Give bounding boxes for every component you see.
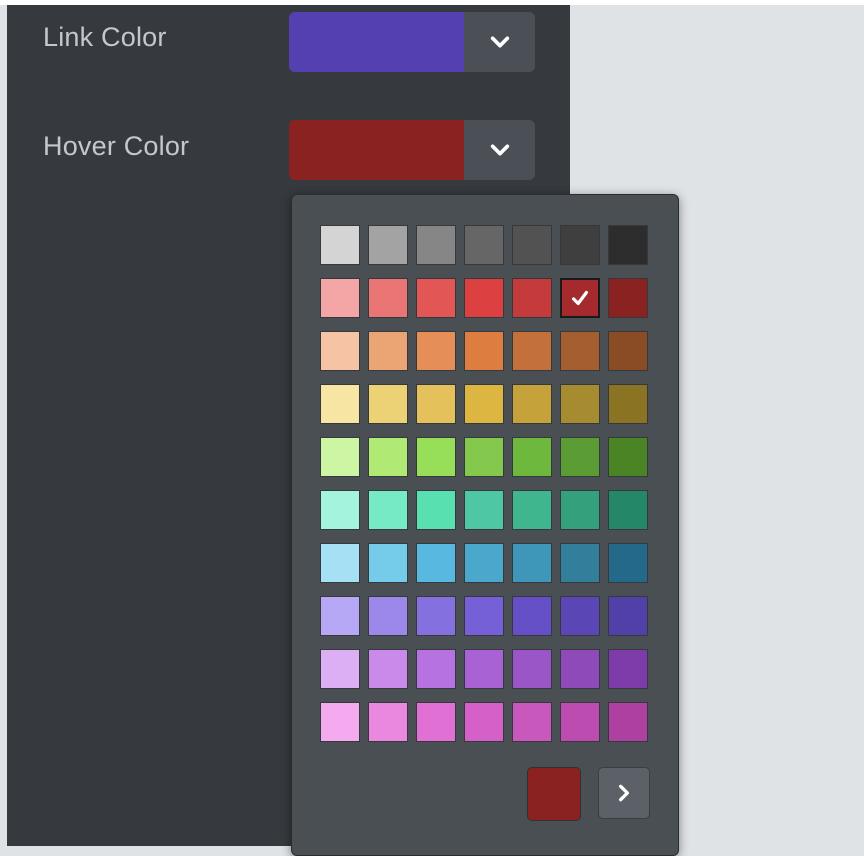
palette-swatch[interactable] [320,702,360,742]
hover-color-swatch[interactable] [289,120,464,180]
palette-swatch[interactable] [368,225,408,265]
color-palette-popover [291,194,679,856]
palette-swatch[interactable] [368,490,408,530]
hover-color-dropdown-button[interactable] [464,120,535,180]
palette-swatch[interactable] [512,490,552,530]
palette-swatch[interactable] [416,278,456,318]
palette-swatch[interactable] [416,596,456,636]
palette-swatch[interactable] [608,225,648,265]
palette-swatch[interactable] [320,225,360,265]
palette-swatch[interactable] [320,649,360,689]
palette-swatch[interactable] [560,543,600,583]
palette-swatch[interactable] [416,649,456,689]
palette-swatch[interactable] [464,384,504,424]
palette-swatch[interactable] [512,596,552,636]
palette-swatch[interactable] [560,649,600,689]
palette-swatch[interactable] [416,702,456,742]
palette-swatch[interactable] [368,649,408,689]
palette-swatch[interactable] [368,702,408,742]
palette-swatch[interactable] [320,596,360,636]
palette-swatch[interactable] [464,543,504,583]
palette-swatch[interactable] [368,543,408,583]
palette-swatch[interactable] [464,278,504,318]
palette-swatch[interactable] [608,490,648,530]
chevron-down-icon [490,144,509,156]
palette-swatch[interactable] [560,225,600,265]
palette-swatch[interactable] [464,437,504,477]
palette-swatch[interactable] [416,490,456,530]
current-color-swatch[interactable] [527,767,581,821]
hover-color-label: Hover Color [43,131,190,161]
link-color-label: Link Color [43,22,167,52]
palette-swatch[interactable] [560,702,600,742]
palette-swatch[interactable] [560,278,600,318]
palette-swatch[interactable] [560,437,600,477]
palette-swatch[interactable] [416,331,456,371]
palette-swatch[interactable] [320,437,360,477]
link-color-picker[interactable] [289,12,535,72]
palette-swatch[interactable] [512,543,552,583]
palette-swatch[interactable] [560,331,600,371]
palette-swatch[interactable] [560,596,600,636]
palette-swatch[interactable] [368,384,408,424]
chevron-right-icon [619,784,629,802]
palette-swatch[interactable] [512,384,552,424]
chevron-down-icon [490,36,509,48]
palette-swatch[interactable] [416,225,456,265]
palette-swatch[interactable] [512,702,552,742]
palette-swatch[interactable] [608,596,648,636]
palette-swatch[interactable] [608,543,648,583]
palette-swatch[interactable] [320,543,360,583]
next-page-button[interactable] [598,767,650,819]
palette-swatch[interactable] [320,331,360,371]
palette-swatch[interactable] [320,278,360,318]
palette-swatch[interactable] [416,543,456,583]
palette-swatch[interactable] [416,384,456,424]
palette-swatch[interactable] [608,649,648,689]
palette-swatch[interactable] [320,384,360,424]
palette-swatch[interactable] [512,278,552,318]
palette-swatch[interactable] [608,331,648,371]
palette-swatch[interactable] [560,490,600,530]
palette-swatch[interactable] [464,596,504,636]
palette-swatch[interactable] [608,437,648,477]
palette-swatch[interactable] [368,331,408,371]
palette-swatch[interactable] [512,331,552,371]
palette-swatch[interactable] [464,225,504,265]
palette-swatch[interactable] [512,225,552,265]
palette-swatch[interactable] [608,278,648,318]
palette-swatch[interactable] [464,490,504,530]
palette-swatch[interactable] [608,702,648,742]
palette-swatch[interactable] [368,437,408,477]
checkmark-icon [571,290,589,306]
palette-swatch[interactable] [368,278,408,318]
palette-swatch[interactable] [608,384,648,424]
palette-swatch[interactable] [416,437,456,477]
hover-color-picker[interactable] [289,120,535,180]
palette-swatch[interactable] [512,649,552,689]
palette-swatch[interactable] [464,649,504,689]
palette-swatch[interactable] [560,384,600,424]
palette-swatch[interactable] [464,331,504,371]
palette-swatch[interactable] [368,596,408,636]
link-color-swatch[interactable] [289,12,464,72]
palette-swatch[interactable] [464,702,504,742]
link-color-dropdown-button[interactable] [464,12,535,72]
palette-swatch[interactable] [512,437,552,477]
palette-swatch[interactable] [320,490,360,530]
